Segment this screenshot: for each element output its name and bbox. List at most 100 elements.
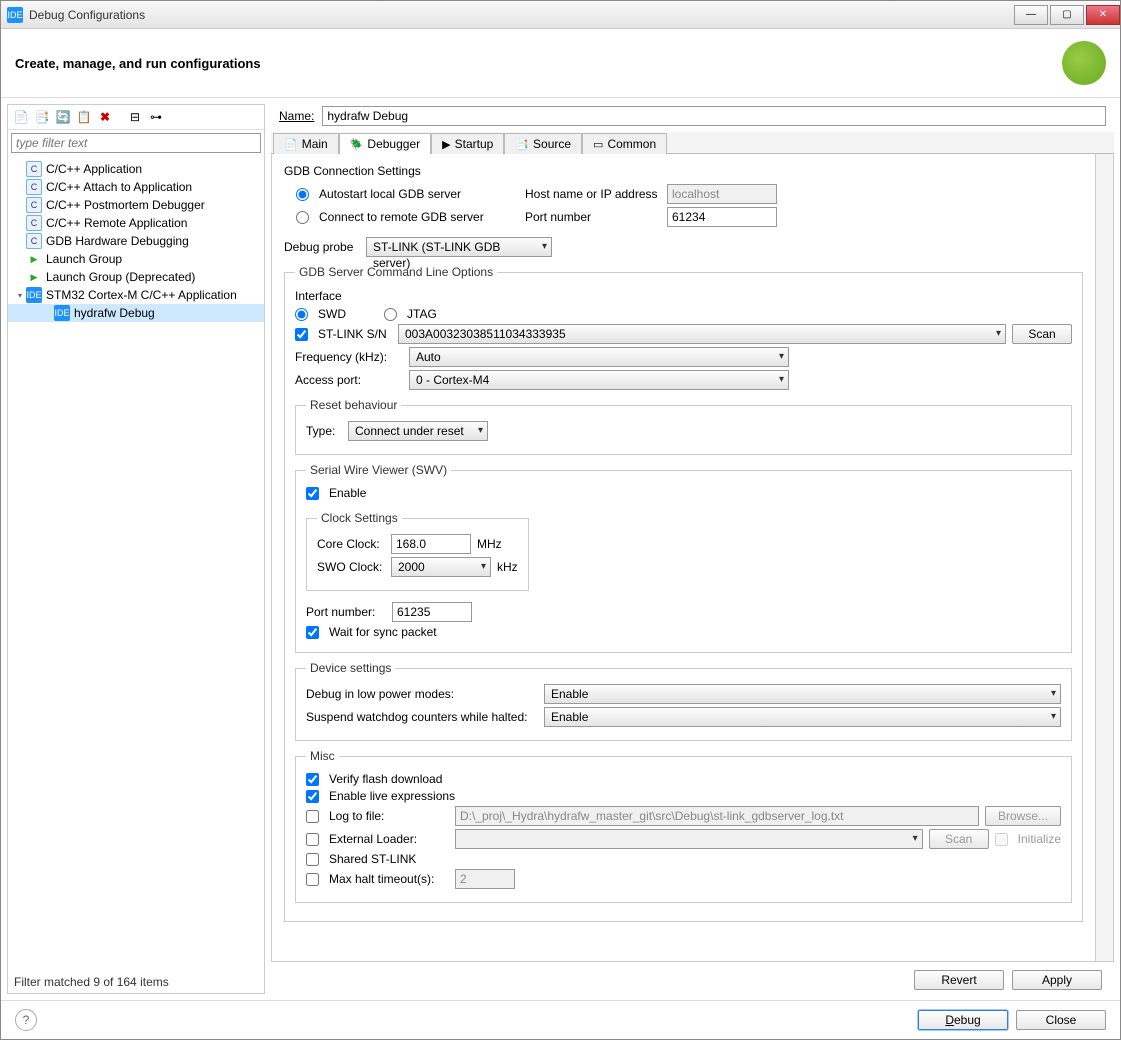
swv-group: Serial Wire Viewer (SWV) Enable Clock Se… [295,463,1072,653]
apply-button[interactable]: Apply [1012,970,1102,990]
swv-legend: Serial Wire Viewer (SWV) [306,463,451,477]
swv-enable-label: Enable [329,486,366,500]
tab-icon: 📄 [284,138,298,151]
interface-label: Interface [295,289,1072,303]
c-app-icon: C [26,215,42,231]
debug-button[interactable]: Debug [918,1010,1008,1030]
misc-legend: Misc [306,749,339,763]
collapse-all-icon[interactable]: ⊶ [147,108,165,126]
tree-item[interactable]: ▶ Launch Group (Deprecated) [8,268,264,286]
tree-item-label: C/C++ Application [46,162,142,176]
port-label: Port number [525,210,661,224]
swv-port-label: Port number: [306,605,386,619]
maximize-button[interactable]: ▢ [1050,5,1084,25]
c-app-icon: C [26,179,42,195]
tree-item[interactable]: CC/C++ Postmortem Debugger [8,196,264,214]
scan-button[interactable]: Scan [1012,324,1072,344]
close-window-button[interactable]: ✕ [1086,5,1120,25]
lowpower-label: Debug in low power modes: [306,687,538,701]
access-port-label: Access port: [295,373,403,387]
export-icon[interactable]: 🔄 [54,108,72,126]
verify-checkbox[interactable] [306,773,319,786]
new-prototype-icon[interactable]: 📑 [33,108,51,126]
delete-icon[interactable]: ✖ [96,108,114,126]
minimize-button[interactable]: — [1014,5,1048,25]
left-pane: 📄 📑 🔄 📋 ✖ ⊟ ⊶ CC/C++ ApplicationCC/C++ A… [7,104,265,994]
tab-common[interactable]: ▭Common [582,133,667,154]
sn-checkbox[interactable] [295,328,308,341]
swv-enable-checkbox[interactable] [306,487,319,500]
wait-sync-checkbox[interactable] [306,626,319,639]
tab-debugger[interactable]: 🪲Debugger [339,133,431,154]
help-icon[interactable]: ? [15,1009,37,1031]
c-app-icon: C [26,197,42,213]
port-input[interactable] [667,207,777,227]
reset-group: Reset behaviour Type: Connect under rese… [295,398,1072,455]
watchdog-label: Suspend watchdog counters while halted: [306,710,538,724]
freq-select[interactable]: Auto [409,347,789,367]
browse-button: Browse... [985,806,1061,826]
titlebar: IDE Debug Configurations — ▢ ✕ [1,1,1120,29]
tab-icon: ▶ [442,138,450,151]
core-clock-unit: MHz [477,537,502,551]
tab-startup[interactable]: ▶Startup [431,133,504,154]
tree-item[interactable]: IDEhydrafw Debug [8,304,264,322]
log-checkbox[interactable] [306,810,319,823]
tree-item-label: C/C++ Remote Application [46,216,187,230]
access-port-select[interactable]: 0 - Cortex-M4 [409,370,789,390]
tree-item[interactable]: C C/C++ Attach to Application [8,178,264,196]
ide-icon: IDE [54,305,70,321]
config-tree[interactable]: CC/C++ ApplicationCC/C++ Attach to Appli… [8,156,264,970]
dialog-header: Create, manage, and run configurations [1,29,1120,98]
swo-clock-label: SWO Clock: [317,560,385,574]
debug-probe-select[interactable]: ST-LINK (ST-LINK GDB server) [366,237,552,257]
filter-box [11,133,261,153]
live-checkbox[interactable] [306,790,319,803]
tree-item[interactable]: C C/C++ Remote Application [8,214,264,232]
host-input [667,184,777,204]
close-button[interactable]: Close [1016,1010,1106,1030]
tab-icon: ▭ [593,138,603,151]
reset-legend: Reset behaviour [306,398,401,412]
swo-clock-select[interactable]: 2000 [391,557,491,577]
core-clock-input[interactable] [391,534,471,554]
tab-source[interactable]: 📑Source [504,133,582,154]
connect-remote-radio[interactable] [296,211,309,224]
revert-button[interactable]: Revert [914,970,1004,990]
launch-group-icon: ▶ [26,269,42,285]
misc-group: Misc Verify flash download Enable live e… [295,749,1072,903]
left-toolbar: 📄 📑 🔄 📋 ✖ ⊟ ⊶ [8,105,264,130]
device-settings-group: Device settings Debug in low power modes… [295,661,1072,741]
filter-input[interactable] [11,133,261,153]
tree-item-label: C/C++ Attach to Application [46,180,192,194]
tree-item[interactable]: CGDB Hardware Debugging [8,232,264,250]
duplicate-icon[interactable]: 📋 [75,108,93,126]
swd-radio[interactable] [295,308,308,321]
reset-type-select[interactable]: Connect under reset [348,421,488,441]
name-input[interactable] [322,106,1106,126]
sn-select[interactable]: 003A00323038511034333935 [398,324,1006,344]
new-config-icon[interactable]: 📄 [12,108,30,126]
lowpower-select[interactable]: Enable [544,684,1061,704]
tree-item-label: Launch Group (Deprecated) [46,270,195,284]
tree-item-label: Launch Group [46,252,122,266]
watchdog-select[interactable]: Enable [544,707,1061,727]
jtag-radio[interactable] [384,308,397,321]
autostart-radio[interactable] [296,188,309,201]
clock-settings-group: Clock Settings Core Clock: MHz SWO Clock… [306,511,529,591]
device-settings-legend: Device settings [306,661,395,675]
tree-item[interactable]: ▶Launch Group [8,250,264,268]
shared-stlink-checkbox[interactable] [306,853,319,866]
debug-probe-label: Debug probe [284,240,360,254]
tree-item[interactable]: ▾IDESTM32 Cortex-M C/C++ Application [8,286,264,304]
verify-label: Verify flash download [329,772,442,786]
swo-clock-unit: kHz [497,560,518,574]
tree-item[interactable]: CC/C++ Application [8,160,264,178]
core-clock-label: Core Clock: [317,537,385,551]
scrollbar[interactable] [1095,154,1113,961]
expand-all-icon[interactable]: ⊟ [126,108,144,126]
tab-main[interactable]: 📄Main [273,133,339,154]
ext-loader-checkbox[interactable] [306,833,319,846]
swv-port-input[interactable] [392,602,472,622]
max-halt-checkbox[interactable] [306,873,319,886]
